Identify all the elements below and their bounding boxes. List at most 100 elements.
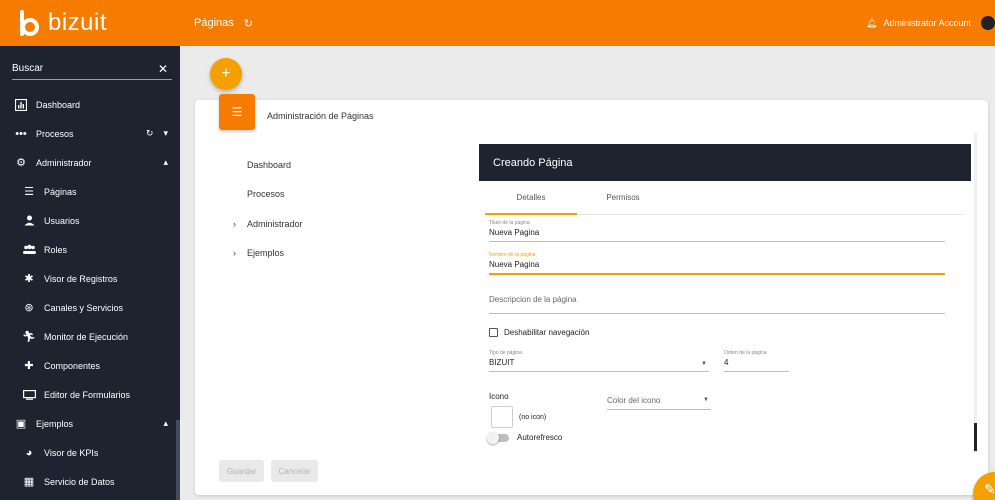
puzzle-icon: ✚ (24, 360, 34, 372)
orden-field[interactable]: Orden de la página 4 (724, 350, 789, 372)
close-icon[interactable]: ✕ (158, 62, 172, 76)
user-menu[interactable]: 🔔︎ Administrator Account (866, 0, 995, 46)
main-card: ☰ Administración de Páginas Dashboard Pr… (195, 94, 988, 495)
caret-down-icon[interactable]: ▼ (701, 361, 707, 367)
topbar: Páginas ↻ 🔔︎ Administrator Account (180, 0, 995, 46)
sidebar-item-visor-registros[interactable]: ✱ Visor de Registros (0, 264, 180, 293)
tree-item-dashboard[interactable]: Dashboard (225, 150, 303, 180)
checkbox-icon[interactable] (489, 328, 498, 337)
toggle-label: Autorefresco (517, 433, 563, 442)
sidebar-item-label: Monitor de Ejecución (44, 331, 129, 342)
icono-label: Icono (489, 392, 509, 401)
chevron-up-icon[interactable]: ▴ (163, 418, 168, 429)
list-icon: ☰ (24, 186, 34, 198)
chevron-right-icon[interactable]: › (233, 219, 247, 229)
sidebar-search: ✕ (12, 58, 172, 80)
sidebar-item-label: Roles (44, 244, 68, 255)
nombre-input[interactable]: Nueva Pagina (489, 260, 945, 270)
dots-icon: ••• (15, 127, 27, 140)
sidebar-item-dashboard[interactable]: Dashboard (0, 90, 180, 119)
sidebar-item-servicio-datos[interactable]: ▦ Servicio de Datos (0, 467, 180, 496)
refresh-icon[interactable]: ↻ (244, 17, 253, 30)
sidebar-item-ejemplos[interactable]: ▣ Ejemplos ▴ (0, 409, 180, 438)
sidebar-item-canales[interactable]: ⊛ Canales y Servicios (0, 293, 180, 322)
folder-icon: ▣ (15, 418, 27, 430)
user-name: Administrator Account (883, 18, 971, 28)
tree-item-administrador[interactable]: › Administrador (225, 209, 303, 239)
caret-down-icon[interactable]: ▼ (703, 397, 709, 403)
orden-input[interactable]: 4 (724, 358, 789, 368)
chevron-right-icon[interactable]: › (233, 248, 247, 258)
list-icon: ☰ (219, 94, 255, 130)
tree-item-label: Procesos (247, 189, 285, 200)
save-button[interactable]: Guardar (219, 460, 264, 482)
monitor-icon (22, 388, 36, 402)
sidebar-item-usuarios[interactable]: Usuarios (0, 206, 180, 235)
sidebar-item-paginas[interactable]: ☰ Páginas (0, 177, 180, 206)
sidebar-item-label: Administrador (36, 157, 92, 168)
chevron-down-icon[interactable]: ▾ (163, 128, 168, 139)
runner-icon: 🏃︎ (22, 331, 36, 343)
autorefresco-toggle[interactable]: Autorefresco (487, 431, 563, 444)
sidebar-item-roles[interactable]: Roles (0, 235, 180, 264)
sidebar-item-label: Editor de Formularios (44, 389, 131, 400)
sidebar-nav: Dashboard ••• Procesos ↻ ▾ ⚙ Administrado… (0, 90, 180, 496)
plus-icon: + (221, 65, 231, 82)
tipo-value: BIZUIT (489, 358, 515, 367)
chevron-up-icon[interactable]: ▴ (163, 157, 168, 168)
deshabilitar-checkbox[interactable]: Deshabilitar navegación (489, 328, 589, 337)
orden-label: Orden de la página (724, 350, 767, 356)
nombre-field[interactable]: Nombre de la página Nueva Pagina (489, 252, 945, 275)
sidebar-item-label: Canales y Servicios (44, 302, 124, 313)
gear-icon: ⚙ (16, 157, 26, 169)
refresh-icon[interactable]: ↻ (146, 128, 154, 139)
form-scrollbar[interactable] (974, 133, 977, 453)
descripcion-field[interactable]: Descripcion de la página (489, 295, 945, 314)
tipo-select[interactable]: Tipo de página BIZUIT ▼ (489, 350, 709, 372)
page-form: Creando Página Detalles Permisos Titulo … (479, 144, 971, 456)
tree-item-ejemplos[interactable]: › Ejemplos (225, 239, 303, 269)
chip-icon: ⊛ (24, 302, 34, 314)
add-button[interactable]: + (210, 58, 242, 90)
descripcion-input[interactable]: Descripcion de la página (489, 295, 945, 304)
color-select[interactable]: Color del icono ▼ (607, 396, 711, 410)
page-title: Páginas (194, 17, 234, 29)
form-header: Creando Página (479, 144, 971, 181)
bell-icon[interactable]: 🔔︎ (866, 18, 877, 29)
bug-icon: ✱ (24, 273, 34, 285)
tab-permisos[interactable]: Permisos (577, 181, 669, 214)
cancel-button[interactable]: Cancelar (271, 460, 318, 482)
sidebar-item-administrador[interactable]: ⚙ Administrador ▴ (0, 148, 180, 177)
user-icon (22, 214, 36, 228)
titulo-input[interactable]: Nueva Pagina (489, 228, 945, 238)
tree-item-label: Administrador (247, 218, 303, 229)
sidebar-item-componentes[interactable]: ✚ Componentes (0, 351, 180, 380)
sidebar-item-label: Páginas (44, 186, 77, 197)
sidebar-item-procesos[interactable]: ••• Procesos ↻ ▾ (0, 119, 180, 148)
sidebar-item-label: Visor de KPIs (44, 447, 99, 458)
form-tabs: Detalles Permisos (485, 181, 965, 215)
nombre-label: Nombre de la página (489, 252, 536, 258)
logo[interactable]: bizuit (0, 0, 180, 46)
page-tree: Dashboard Procesos › Administrador › Ejemp… (225, 150, 303, 268)
titulo-field[interactable]: Titulo de la página Nueva Pagina (489, 220, 945, 242)
icon-picker[interactable] (491, 406, 513, 428)
logo-text: bizuit (48, 9, 108, 36)
sidebar-item-editor-formularios[interactable]: Editor de Formularios (0, 380, 180, 409)
search-input[interactable] (12, 63, 142, 74)
card-title: Administración de Páginas (267, 111, 374, 121)
icon-value: (no icon) (519, 414, 547, 421)
tab-detalles[interactable]: Detalles (485, 181, 577, 215)
toggle-switch[interactable] (487, 431, 509, 444)
sidebar-item-visor-kpis[interactable]: ◕ Visor de KPIs (0, 438, 180, 467)
sidebar-item-monitor[interactable]: 🏃︎ Monitor de Ejecución (0, 322, 180, 351)
sidebar-item-label: Usuarios (44, 215, 80, 226)
table-icon: ▦ (23, 476, 35, 488)
sidebar-item-label: Servicio de Datos (44, 476, 115, 487)
tree-item-procesos[interactable]: Procesos (225, 180, 303, 210)
dashboard-icon (14, 98, 28, 112)
sidebar-item-label: Visor de Registros (44, 273, 118, 284)
sidebar-scrollbar[interactable] (176, 420, 180, 500)
sidebar-item-label: Procesos (36, 128, 74, 139)
avatar[interactable] (981, 16, 995, 30)
